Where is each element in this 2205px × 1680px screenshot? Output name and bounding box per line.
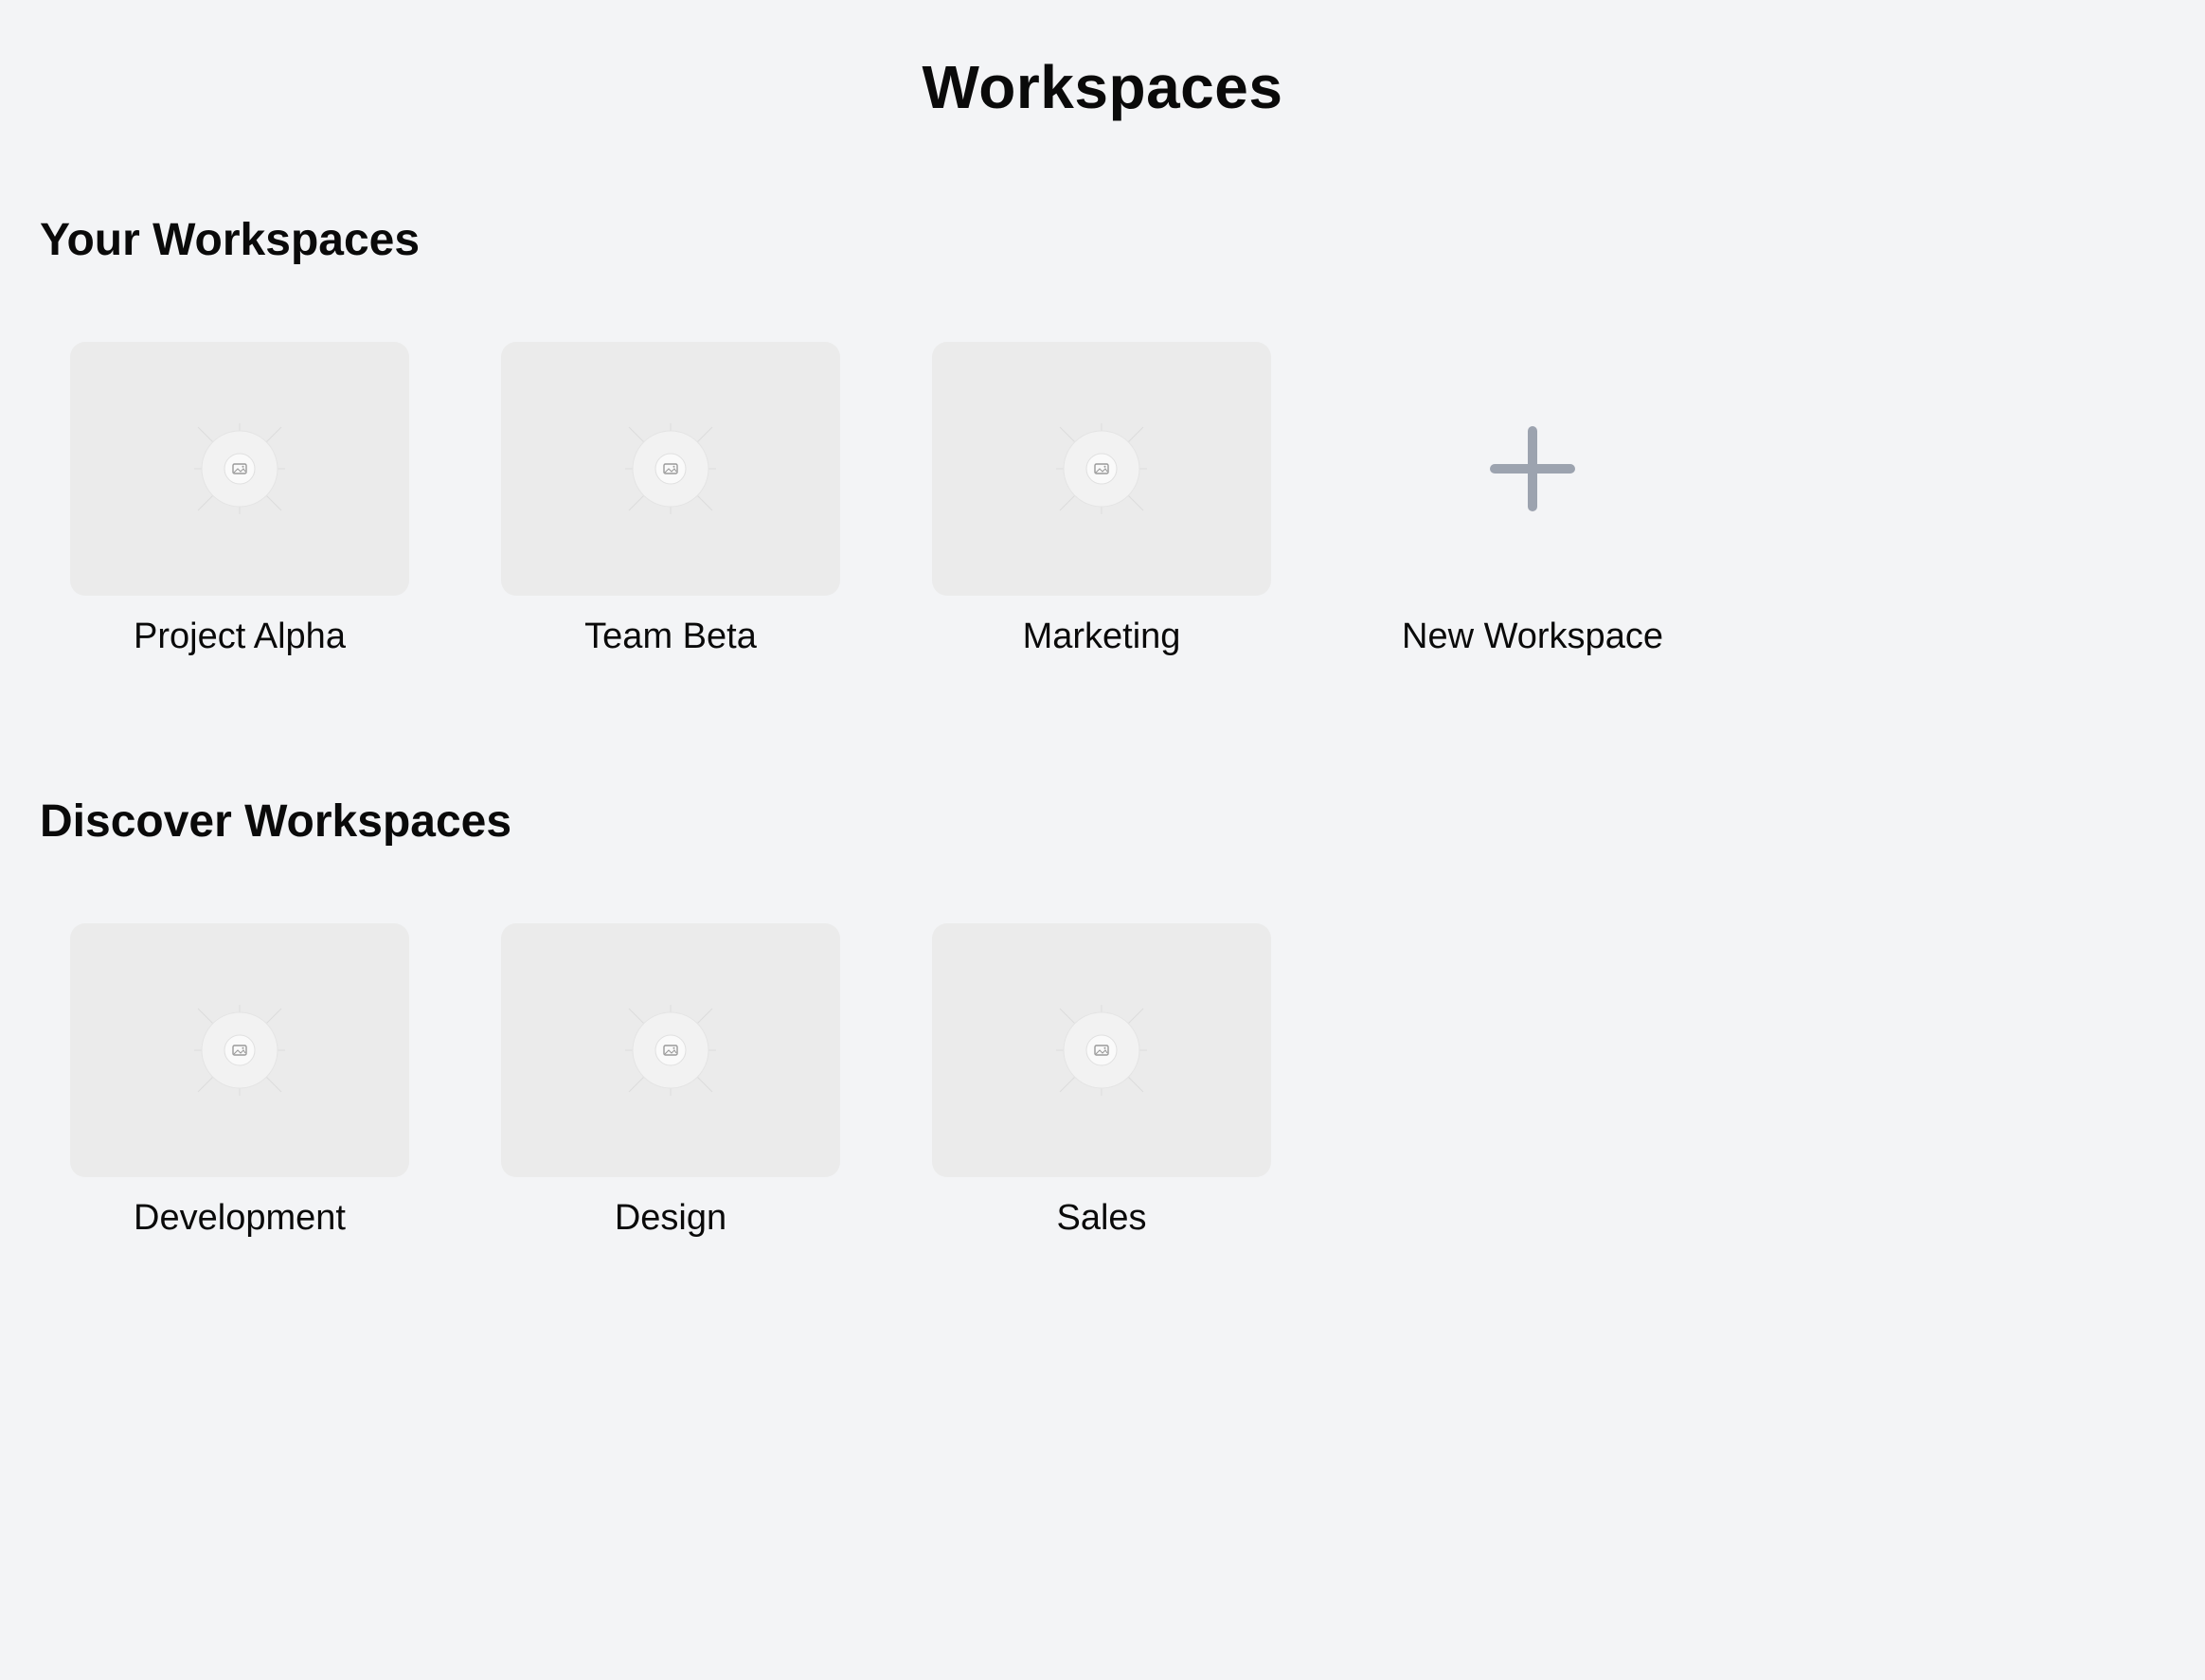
workspace-thumbnail [932,923,1271,1177]
workspace-tile-project-alpha[interactable]: Project Alpha [70,342,409,658]
workspace-tile-design[interactable]: Design [501,923,840,1240]
workspace-label: Sales [1056,1198,1147,1238]
workspace-label: Team Beta [584,617,757,656]
workspaces-page: Workspaces Your Workspaces Project Alpha… [0,0,2205,1680]
page-title: Workspaces [922,53,1283,121]
image-placeholder-icon [194,1005,285,1096]
image-placeholder-icon [1056,1005,1147,1096]
new-workspace-label: New Workspace [1402,617,1663,656]
workspace-label: Marketing [1022,617,1181,656]
workspace-tile-team-beta[interactable]: Team Beta [501,342,840,658]
workspace-label: Development [134,1198,346,1238]
your-workspaces-grid: Project Alpha Team Beta Marketing New Wo… [70,342,1702,658]
new-workspace-button[interactable]: New Workspace [1363,342,1702,658]
new-workspace-thumbnail [1363,342,1702,596]
workspace-label: Design [614,1198,727,1238]
workspace-tile-sales[interactable]: Sales [932,923,1271,1240]
workspace-thumbnail [70,923,409,1177]
image-placeholder-icon [625,423,716,514]
workspace-thumbnail [70,342,409,596]
discover-workspaces-grid: Development Design Sales [70,923,1271,1240]
workspace-tile-marketing[interactable]: Marketing [932,342,1271,658]
your-workspaces-heading: Your Workspaces [40,215,421,265]
workspace-label: Project Alpha [134,617,346,656]
workspace-tile-development[interactable]: Development [70,923,409,1240]
image-placeholder-icon [625,1005,716,1096]
workspace-thumbnail [501,923,840,1177]
image-placeholder-icon [194,423,285,514]
workspace-thumbnail [501,342,840,596]
discover-workspaces-heading: Discover Workspaces [40,796,512,847]
image-placeholder-icon [1056,423,1147,514]
plus-icon [1490,426,1575,511]
workspace-thumbnail [932,342,1271,596]
